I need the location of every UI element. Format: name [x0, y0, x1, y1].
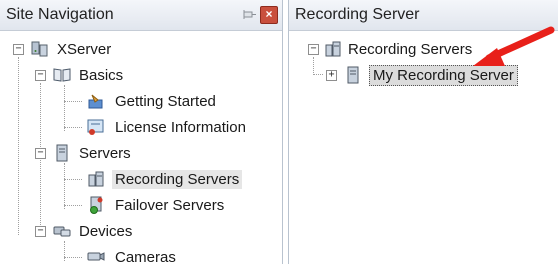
collapse-toggle[interactable]: −: [13, 44, 24, 55]
tree-label-failover-servers: Failover Servers: [115, 196, 225, 214]
tree-item-devices[interactable]: − Devices: [0, 218, 282, 244]
tree-label-xserver: XServer: [57, 40, 112, 58]
tree-item-basics[interactable]: − Basics: [0, 62, 282, 88]
tree-item-failover-servers[interactable]: Failover Servers: [0, 192, 282, 218]
server-group-icon: [31, 41, 48, 57]
collapse-toggle[interactable]: −: [35, 148, 46, 159]
tree-label-getting-started: Getting Started: [115, 92, 216, 110]
header-buttons: ×: [241, 6, 278, 24]
tree-label-devices: Devices: [79, 222, 133, 240]
recording-servers-icon: [88, 171, 104, 187]
site-navigation-header: Site Navigation ×: [0, 0, 282, 31]
license-icon: [87, 119, 104, 135]
tree-item-getting-started[interactable]: Getting Started: [0, 88, 282, 114]
camera-icon: [87, 252, 105, 261]
tree-item-xserver[interactable]: − XServer: [0, 36, 282, 62]
site-navigation-title: Site Navigation: [6, 6, 114, 23]
tree-label-recording-servers-root: Recording Servers: [348, 40, 473, 58]
failover-servers-icon: [90, 196, 103, 214]
expand-toggle[interactable]: +: [326, 70, 337, 81]
tree-label-cameras: Cameras: [115, 248, 176, 264]
tree-label-recording-servers: Recording Servers: [112, 169, 243, 189]
server-icon: [347, 66, 359, 84]
tree-item-servers[interactable]: − Servers: [0, 140, 282, 166]
close-icon[interactable]: ×: [260, 6, 278, 24]
recording-server-pane: Recording Server − Recording Servers + M…: [288, 0, 558, 264]
collapse-toggle[interactable]: −: [308, 44, 319, 55]
tree-label-basics: Basics: [79, 66, 124, 84]
devices-icon: [53, 226, 71, 237]
recording-servers-icon: [325, 41, 341, 57]
getting-started-icon: [88, 94, 103, 109]
collapse-toggle[interactable]: −: [35, 226, 46, 237]
collapse-toggle[interactable]: −: [35, 70, 46, 81]
annotation-arrow-icon: [473, 26, 555, 66]
tree-item-recording-servers[interactable]: Recording Servers: [0, 166, 282, 192]
tree-item-license-information[interactable]: License Information: [0, 114, 282, 140]
pin-icon[interactable]: [241, 7, 257, 23]
server-icon: [56, 144, 68, 162]
site-navigation-pane: Site Navigation × − XServer − Basics Get…: [0, 0, 283, 264]
tree-item-cameras[interactable]: Cameras: [0, 244, 282, 264]
book-icon: [53, 68, 71, 82]
recording-server-title: Recording Server: [295, 6, 420, 23]
tree-label-servers: Servers: [79, 144, 131, 162]
tree-label-license-information: License Information: [115, 118, 246, 136]
